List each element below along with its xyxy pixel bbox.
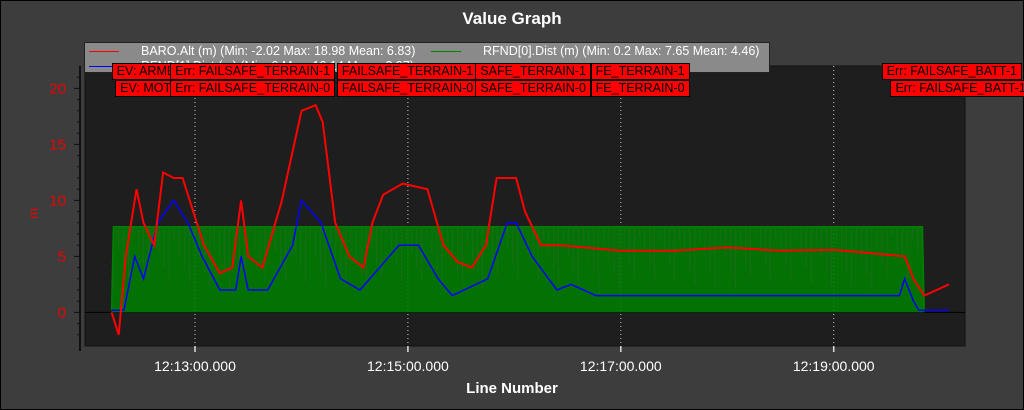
y-tick-label: 5 bbox=[58, 248, 66, 265]
legend-label: RFND[0].Dist (m) (Min: 0.2 Max: 7.65 Mea… bbox=[483, 44, 760, 58]
event-annotation: Err: FAILSAFE_TERRAIN-0 bbox=[170, 80, 336, 97]
y-axis-label: m bbox=[25, 208, 41, 219]
x-tick-label: 12:13:00.000 bbox=[154, 358, 236, 374]
legend-item-baro-alt[interactable]: BARO.Alt (m) (Min: -2.02 Max: 18.98 Mean… bbox=[89, 44, 415, 58]
event-annotation: SAFE_TERRAIN-1 bbox=[475, 63, 591, 80]
x-axis-label: Line Number bbox=[466, 380, 558, 397]
x-tick-label: 12:15:00.000 bbox=[367, 358, 449, 374]
legend-label: BARO.Alt (m) (Min: -2.02 Max: 18.98 Mean… bbox=[141, 44, 416, 58]
x-tick-label: 12:17:00.000 bbox=[580, 358, 662, 374]
legend-item-rfnd0[interactable]: RFND[0].Dist (m) (Min: 0.2 Max: 7.65 Mea… bbox=[431, 44, 759, 58]
x-tick-label: 12:19:00.000 bbox=[793, 358, 875, 374]
event-annotation: FE_TERRAIN-1 bbox=[590, 63, 690, 80]
y-tick-label: 0 bbox=[58, 304, 66, 321]
event-annotation: FE_TERRAIN-0 bbox=[590, 80, 690, 97]
event-annotation: FAILSAFE_TERRAIN-1 bbox=[336, 63, 479, 80]
event-annotation: Err: FAILSAFE_BATT-1 bbox=[890, 80, 1024, 97]
event-annotation: FAILSAFE_TERRAIN-0 bbox=[336, 80, 479, 97]
y-tick-label: 20 bbox=[49, 80, 66, 97]
event-annotation: SAFE_TERRAIN-0 bbox=[475, 80, 591, 97]
event-annotation: Err: FAILSAFE_BATT-1 bbox=[881, 63, 1022, 80]
y-tick-label: 10 bbox=[49, 192, 66, 209]
chart-title: Value Graph bbox=[462, 9, 562, 28]
y-tick-label: 15 bbox=[49, 136, 66, 153]
legend-swatch bbox=[431, 51, 461, 53]
legend-swatch bbox=[89, 51, 119, 53]
event-annotation: Err: FAILSAFE_TERRAIN-1 bbox=[170, 63, 336, 80]
